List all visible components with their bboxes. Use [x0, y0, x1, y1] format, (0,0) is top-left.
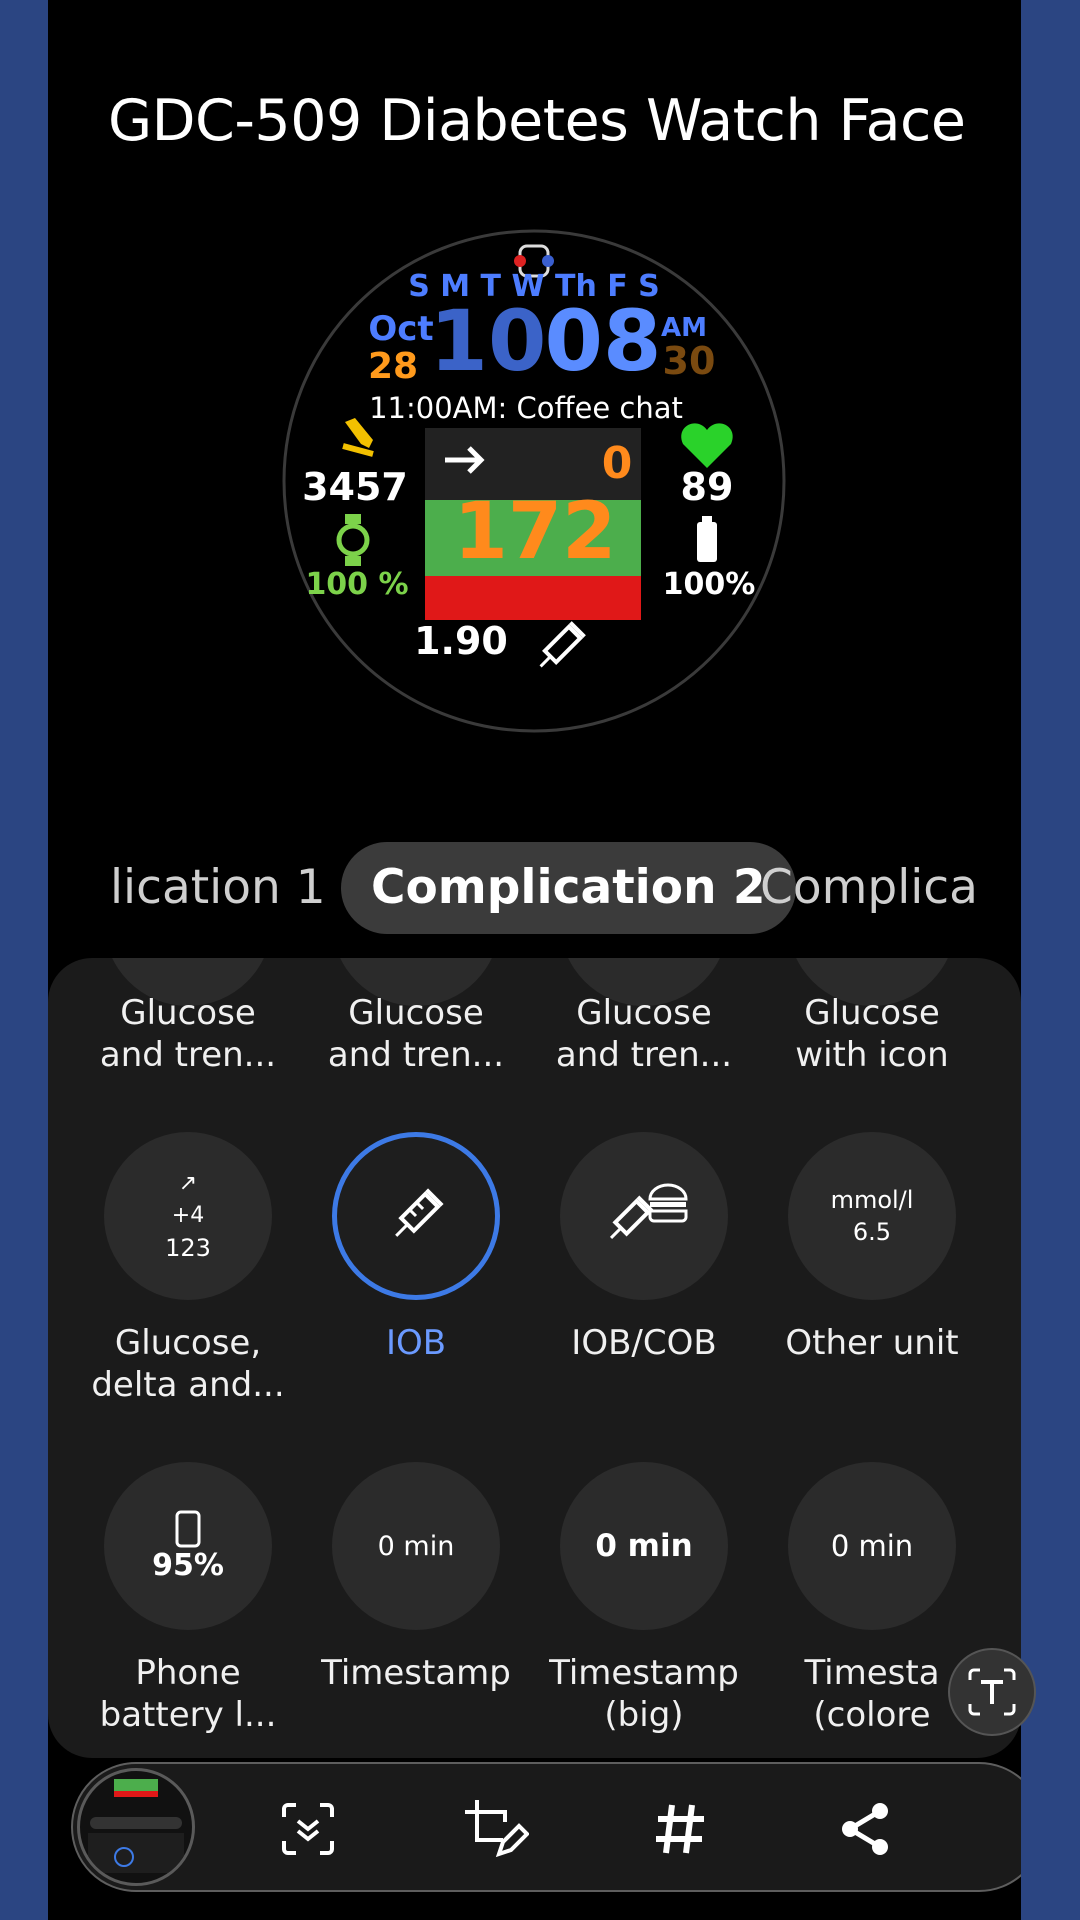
- option-label: battery l...: [99, 1695, 277, 1735]
- watch-battery: 100 %: [305, 567, 408, 602]
- option-label: IOB: [385, 1323, 447, 1363]
- timestamp-big-value: 0 min: [595, 1528, 693, 1564]
- complication-options-panel: Glucose and tren... Glucose and tren... …: [48, 958, 1021, 1758]
- watch-heart-rate: 89: [681, 465, 734, 509]
- option-label: Glucose,: [114, 1323, 262, 1363]
- bottom-action-bar: [71, 1762, 1021, 1892]
- tag-button[interactable]: [635, 1784, 725, 1874]
- option-preview: 0 min: [788, 1462, 956, 1630]
- battery-icon: [697, 516, 717, 562]
- tab-complication-2[interactable]: Complication 2: [341, 842, 796, 934]
- share-button[interactable]: [821, 1784, 911, 1874]
- syringe-burger-icon: [609, 1183, 688, 1240]
- timestamp-colored-value: 0 min: [830, 1529, 914, 1563]
- screenshot-thumbnail[interactable]: [77, 1768, 195, 1886]
- timestamp-value: 0 min: [377, 1530, 455, 1562]
- watch-month: Oct: [368, 309, 433, 349]
- option-label: Timestamp: [321, 1653, 511, 1693]
- watch-steps: 3457: [302, 465, 408, 509]
- syringe-icon: [395, 1188, 444, 1237]
- phone-battery-value: 95%: [152, 1547, 224, 1583]
- option-label: IOB/COB: [571, 1323, 717, 1363]
- watch-face-preview: S M T W Th F S Oct 28 10 08 AM 30 11:00A…: [281, 228, 787, 734]
- option-label: (big): [604, 1695, 684, 1735]
- trend-arrow-icon: ↗: [178, 1171, 198, 1196]
- hashtag-icon: [656, 1804, 704, 1854]
- edit-crop-button[interactable]: [449, 1784, 539, 1874]
- scroll-capture-button[interactable]: [263, 1784, 353, 1874]
- watch-day: 28: [368, 346, 418, 387]
- watch-minute: 08: [545, 292, 662, 390]
- tab-complication-1[interactable]: lication 1: [110, 842, 326, 934]
- watch-iob: 1.90: [414, 619, 508, 663]
- option-preview: ↗ +4 123: [104, 1132, 272, 1300]
- option-preview: mmol/l 6.5: [788, 1132, 956, 1300]
- option-preview: [560, 1132, 728, 1300]
- delta-value: +4: [171, 1203, 205, 1228]
- unit-label: mmol/l: [830, 1186, 914, 1214]
- option-preview-selected: [332, 1132, 500, 1300]
- option-label: Glucose: [348, 993, 484, 1033]
- watch-phone-battery: 100%: [663, 567, 756, 602]
- phone-icon: [175, 1510, 201, 1547]
- unit-value: 6.5: [852, 1218, 892, 1246]
- watch-glucose: 172: [454, 487, 617, 577]
- option-label: Glucose: [804, 993, 940, 1033]
- tab-complication-3[interactable]: Complica: [760, 842, 978, 934]
- scroll-capture-icon: [282, 1803, 334, 1855]
- option-label: delta and...: [91, 1365, 285, 1405]
- glucose-value: 123: [165, 1234, 211, 1262]
- watch-event: 11:00AM: Coffee chat: [369, 391, 683, 425]
- watch-hour: 10: [430, 292, 547, 390]
- crop-edit-icon: [465, 1800, 529, 1858]
- page-title: GDC-509 Diabetes Watch Face: [108, 88, 966, 154]
- option-label: Phone: [135, 1653, 241, 1693]
- text-extract-icon: [968, 1668, 1016, 1716]
- option-label: Glucose: [120, 993, 256, 1033]
- complication-tabs: lication 1 Complication 2 Complica: [48, 842, 1021, 934]
- option-preview: 95%: [104, 1462, 272, 1630]
- extract-text-button[interactable]: [948, 1648, 1036, 1736]
- option-label: and tren...: [555, 1035, 733, 1075]
- screen: GDC-509 Diabetes Watch Face S M T W Th F…: [48, 0, 1021, 1920]
- option-label: Other unit: [785, 1323, 959, 1363]
- option-preview: 0 min: [560, 1462, 728, 1630]
- option-label: and tren...: [327, 1035, 505, 1075]
- option-label: and tren...: [99, 1035, 277, 1075]
- option-preview: 0 min: [332, 1462, 500, 1630]
- share-icon: [842, 1803, 888, 1855]
- red-zone: [425, 576, 641, 620]
- watch-trend-value: 0: [602, 438, 633, 489]
- option-label: with icon: [795, 1035, 949, 1075]
- option-label: Glucose: [576, 993, 712, 1033]
- watch-seconds: 30: [663, 339, 716, 383]
- option-label: Timestamp: [549, 1653, 739, 1693]
